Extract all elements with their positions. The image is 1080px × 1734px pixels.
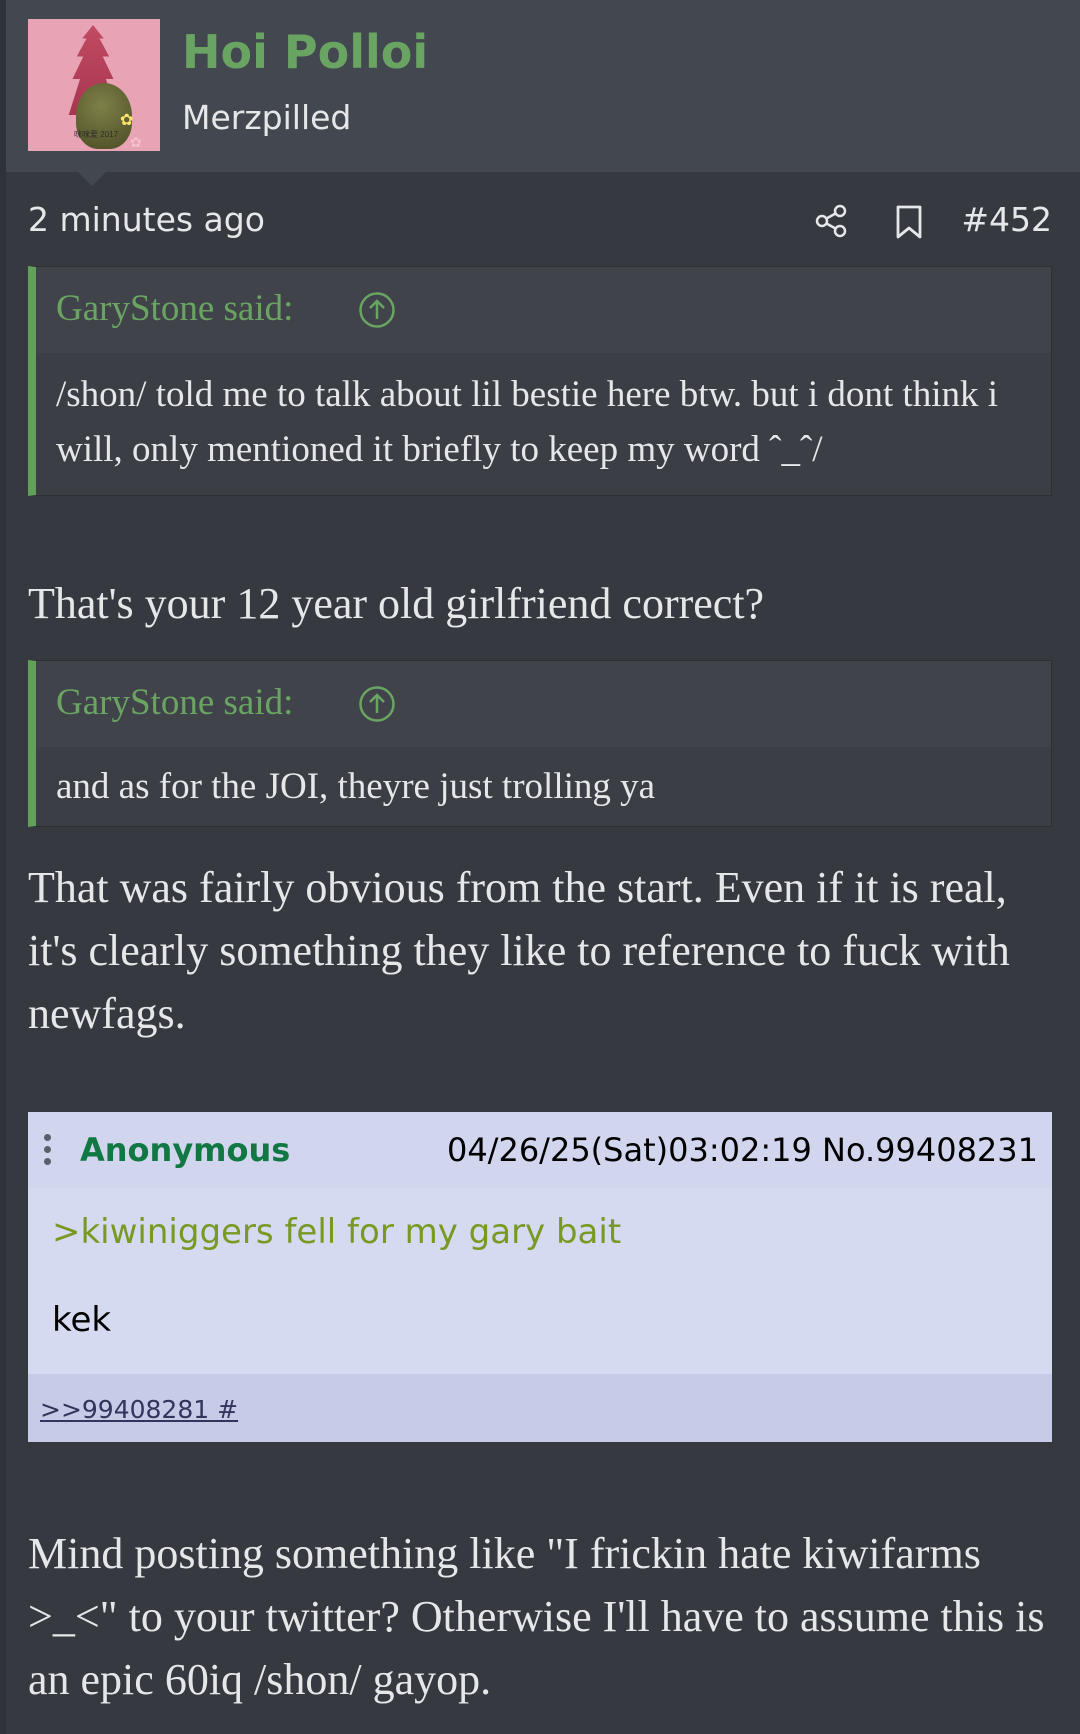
more-options-icon (44, 1134, 52, 1168)
quote-text: /shon/ told me to talk about lil bestie … (36, 353, 1051, 495)
page-edge (0, 0, 6, 1734)
embedded-post-datetime: 04/26/25(Sat)03:02:19 No.99408231 (446, 1131, 1038, 1169)
avatar[interactable]: ✿ 咪咪爱 2017 ✿ (28, 19, 160, 151)
embedded-post-name: Anonymous (80, 1131, 291, 1169)
avatar-blossom-icon: ✿ (130, 134, 142, 150)
quote-author[interactable]: GaryStone said: (56, 681, 293, 725)
user-header: ✿ 咪咪爱 2017 ✿ Hoi Polloi Merzpilled (6, 0, 1080, 172)
post-timestamp[interactable]: 2 minutes ago (28, 196, 265, 244)
user-title: Merzpilled (182, 98, 352, 137)
header-caret (78, 172, 106, 186)
reply-text-3: Mind posting something like "I frickin h… (28, 1529, 1045, 1704)
avatar-watermark: 咪咪爱 2017 (74, 130, 119, 139)
embedded-post-greentext: >kiwiniggers fell for my gary bait (52, 1212, 622, 1252)
avatar-flower-icon: ✿ (120, 112, 134, 129)
username[interactable]: Hoi Polloi (182, 22, 428, 82)
embedded-post-reply-link: >>99408281 # (40, 1395, 239, 1424)
reply-text-2: That was fairly obvious from the start. … (28, 863, 1010, 1038)
quote-author[interactable]: GaryStone said: (56, 287, 293, 331)
post-number[interactable]: #452 (961, 196, 1052, 244)
quote-text: and as for the JOI, theyre just trolling… (36, 747, 1051, 826)
quote-block-2: GaryStone said: and as for the JOI, they… (28, 660, 1052, 827)
share-icon[interactable] (814, 204, 848, 238)
bookmark-icon[interactable] (894, 204, 924, 240)
embedded-post-header: Anonymous 04/26/25(Sat)03:02:19 No.99408… (28, 1112, 1052, 1188)
embedded-post-image[interactable]: Anonymous 04/26/25(Sat)03:02:19 No.99408… (28, 1112, 1052, 1442)
quote-block-1: GaryStone said: /shon/ told me to talk a… (28, 266, 1052, 496)
expand-quote-icon[interactable] (358, 685, 396, 723)
embedded-post-footer: >>99408281 # (28, 1374, 1052, 1442)
embedded-post-text: kek (52, 1300, 112, 1340)
reply-text-1: That's your 12 year old girlfriend corre… (28, 579, 765, 628)
quote-header: GaryStone said: (36, 661, 1051, 747)
post-meta: 2 minutes ago #452 (28, 196, 1052, 244)
quote-header: GaryStone said: (36, 267, 1051, 353)
expand-quote-icon[interactable] (358, 291, 396, 329)
